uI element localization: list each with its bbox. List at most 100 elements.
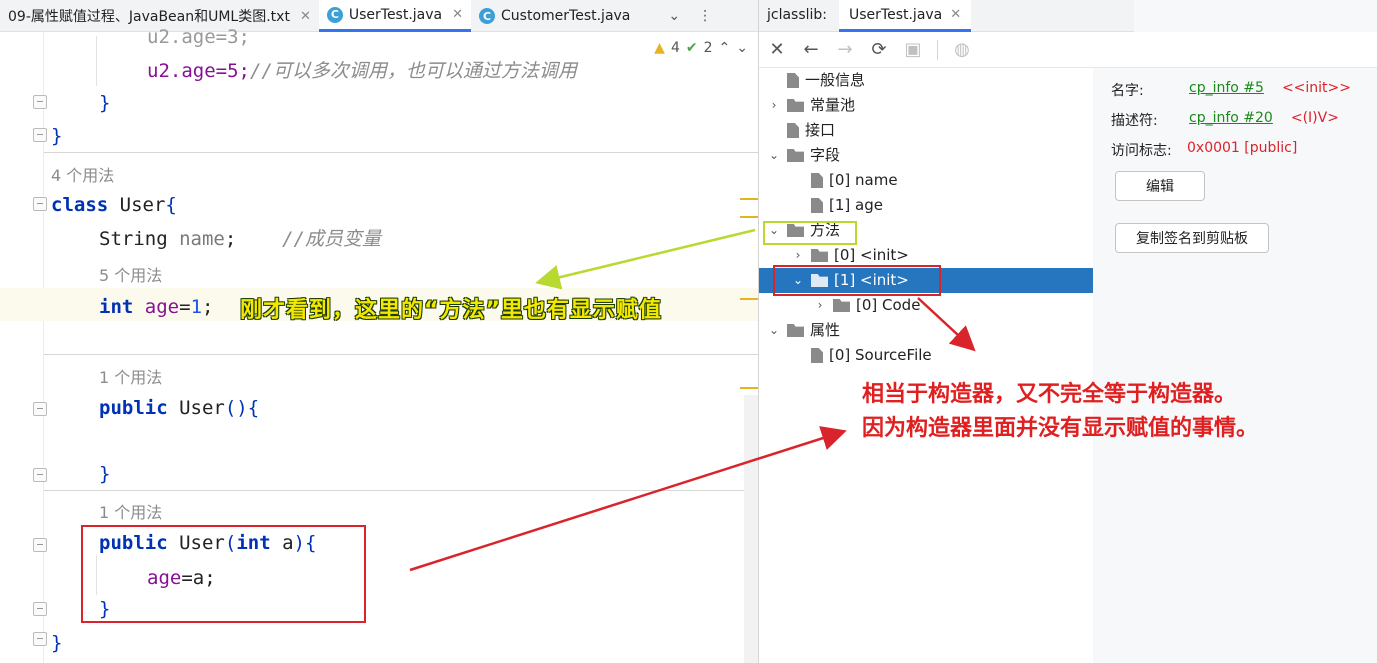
chevron-right-icon[interactable]: › xyxy=(767,93,781,118)
tree-item-code[interactable]: › [0] Code xyxy=(813,293,921,318)
java-class-icon: C xyxy=(479,8,496,24)
tree-item-sourcefile[interactable]: [0] SourceFile xyxy=(791,343,932,368)
close-icon[interactable]: ✕ xyxy=(950,7,961,22)
refresh-icon[interactable]: ⟳ xyxy=(869,39,889,60)
tree-item-general-info[interactable]: 一般信息 xyxy=(767,68,865,93)
copy-signature-button[interactable]: 复制签名到剪贴板 xyxy=(1115,223,1269,253)
chevron-up-icon[interactable]: ⌃ xyxy=(719,40,731,56)
fold-icon[interactable] xyxy=(33,632,47,646)
code-comment: //可以多次调用，也可以通过方法调用 xyxy=(249,60,577,82)
tree-item-field-name[interactable]: [0] name xyxy=(791,168,898,193)
forward-arrow-icon[interactable]: → xyxy=(835,39,855,60)
panel-tab-bar: jclasslib: UserTest.java ✕ xyxy=(759,0,1377,32)
details-pane: 名字: cp_info #5 <<init>> 描述符: cp_info #20… xyxy=(1093,68,1377,663)
more-vertical-icon[interactable]: ⋮ xyxy=(698,8,712,24)
file-icon xyxy=(811,348,823,363)
panel-title: jclasslib: xyxy=(767,7,828,23)
tab-jclasslib-usertest[interactable]: UserTest.java ✕ xyxy=(839,0,972,32)
code-line[interactable]: int age=1; xyxy=(99,292,213,322)
inspection-widget[interactable]: ▲ 4 ✔ 2 ⌃ ⌄ xyxy=(654,40,748,56)
edit-button[interactable]: 编辑 xyxy=(1115,171,1205,201)
detail-descriptor-row: 描述符: cp_info #20 <(I)V> xyxy=(1111,110,1339,130)
code-line[interactable]: } xyxy=(99,459,110,489)
annotation-line: 相当于构造器，又不完全等于构造器。 xyxy=(862,382,1237,407)
code-line[interactable]: u2.age=3; xyxy=(147,22,250,52)
close-icon[interactable]: ✕ xyxy=(300,9,311,24)
chevron-down-icon[interactable]: ⌄ xyxy=(736,40,748,56)
fold-icon[interactable] xyxy=(33,95,47,109)
chevron-right-icon[interactable]: › xyxy=(813,293,827,318)
tree-item-interfaces[interactable]: 接口 xyxy=(767,118,835,143)
usage-hint[interactable]: 4 个用法 xyxy=(51,162,114,186)
check-icon: ✔ xyxy=(685,40,698,56)
divider xyxy=(44,152,758,153)
warning-icon: ▲ xyxy=(654,40,665,56)
check-count: 2 xyxy=(703,40,713,56)
usage-hint[interactable]: 1 个用法 xyxy=(99,364,162,388)
usage-hint[interactable]: 5 个用法 xyxy=(99,262,162,286)
highlight-box-constructor xyxy=(81,525,366,623)
code-editor[interactable]: 09-属性赋值过程、JavaBean和UML类图.txt ✕ C UserTes… xyxy=(0,0,758,663)
detail-name-row: 名字: cp_info #5 <<init>> xyxy=(1111,80,1352,100)
warning-marker[interactable] xyxy=(740,216,758,218)
fold-icon[interactable] xyxy=(33,197,47,211)
code-line[interactable]: } xyxy=(51,121,62,151)
fold-icon[interactable] xyxy=(33,128,47,142)
editor-tab-bar: 09-属性赋值过程、JavaBean和UML类图.txt ✕ C UserTes… xyxy=(0,0,758,32)
fold-icon[interactable] xyxy=(33,602,47,616)
code-line[interactable]: } xyxy=(99,88,110,118)
save-icon[interactable]: ▣ xyxy=(903,39,923,60)
divider xyxy=(44,354,758,355)
warning-marker[interactable] xyxy=(740,387,758,389)
vertical-scrollbar[interactable] xyxy=(744,395,758,663)
editor-gutter xyxy=(0,32,47,663)
back-arrow-icon[interactable]: ← xyxy=(801,39,821,60)
code-line[interactable]: u2.age=5;//可以多次调用，也可以通过方法调用 xyxy=(147,56,577,86)
panel-toolbar: ✕ ← → ⟳ ▣ ◍ xyxy=(759,32,1377,68)
tree-item-field-age[interactable]: [1] age xyxy=(791,193,883,218)
file-icon xyxy=(811,198,823,213)
chevron-down-icon[interactable]: ⌄ xyxy=(767,318,781,343)
tab-label: UserTest.java xyxy=(348,6,443,23)
tree-item-attributes[interactable]: ⌄ 属性 xyxy=(767,318,840,343)
folder-icon xyxy=(787,149,804,162)
folder-icon xyxy=(787,324,804,337)
file-icon xyxy=(787,73,799,88)
file-icon xyxy=(811,173,823,188)
tab-label: CustomerTest.java xyxy=(501,8,631,24)
file-icon xyxy=(787,123,799,138)
cp-info-link[interactable]: cp_info #20 xyxy=(1189,110,1273,130)
code-line[interactable]: public User(){ xyxy=(99,393,259,423)
jclasslib-panel: jclasslib: UserTest.java ✕ ✕ ← → ⟳ ▣ ◍ 一… xyxy=(758,0,1377,663)
code-line[interactable]: class User{ xyxy=(51,190,177,220)
tab-actions: ⌄ ⋮ xyxy=(638,0,722,31)
indent-guide xyxy=(96,36,97,86)
tree-item-fields[interactable]: ⌄ 字段 xyxy=(767,143,840,168)
chevron-down-icon[interactable]: ⌄ xyxy=(668,8,680,24)
cp-info-link[interactable]: cp_info #5 xyxy=(1189,80,1264,100)
code-line[interactable]: String name; //成员变量 xyxy=(99,224,381,254)
fold-icon[interactable] xyxy=(33,538,47,552)
folder-icon xyxy=(833,299,850,312)
fold-icon[interactable] xyxy=(33,402,47,416)
chevron-down-icon[interactable]: ⌄ xyxy=(767,143,781,168)
usage-hint[interactable]: 1 个用法 xyxy=(99,499,162,523)
folder-icon xyxy=(811,249,828,262)
tree-item-constant-pool[interactable]: › 常量池 xyxy=(767,93,855,118)
highlight-box-init xyxy=(773,265,941,296)
tab-usertest[interactable]: C UserTest.java ✕ xyxy=(318,0,472,32)
tab-customertest[interactable]: C CustomerTest.java xyxy=(471,0,638,32)
globe-icon[interactable]: ◍ xyxy=(952,39,972,60)
annotation-line: 因为构造器里面并没有显示赋值的事情。 xyxy=(862,416,1259,441)
warning-marker[interactable] xyxy=(740,298,758,300)
annotation-callout-yellow: 刚才看到，这里的“方法”里也有显示赋值 xyxy=(240,298,662,323)
warning-count: 4 xyxy=(670,40,680,56)
code-line[interactable]: } xyxy=(51,628,62,658)
close-icon[interactable]: ✕ xyxy=(452,7,463,22)
highlight-box-methods xyxy=(763,221,857,245)
fold-icon[interactable] xyxy=(33,468,47,482)
warning-marker[interactable] xyxy=(740,198,758,200)
divider xyxy=(44,490,758,491)
class-structure-tree[interactable]: 一般信息 › 常量池 接口 ⌄ 字段 [0] name [1] age ⌄ 方法… xyxy=(759,68,1093,663)
close-icon[interactable]: ✕ xyxy=(767,39,787,60)
